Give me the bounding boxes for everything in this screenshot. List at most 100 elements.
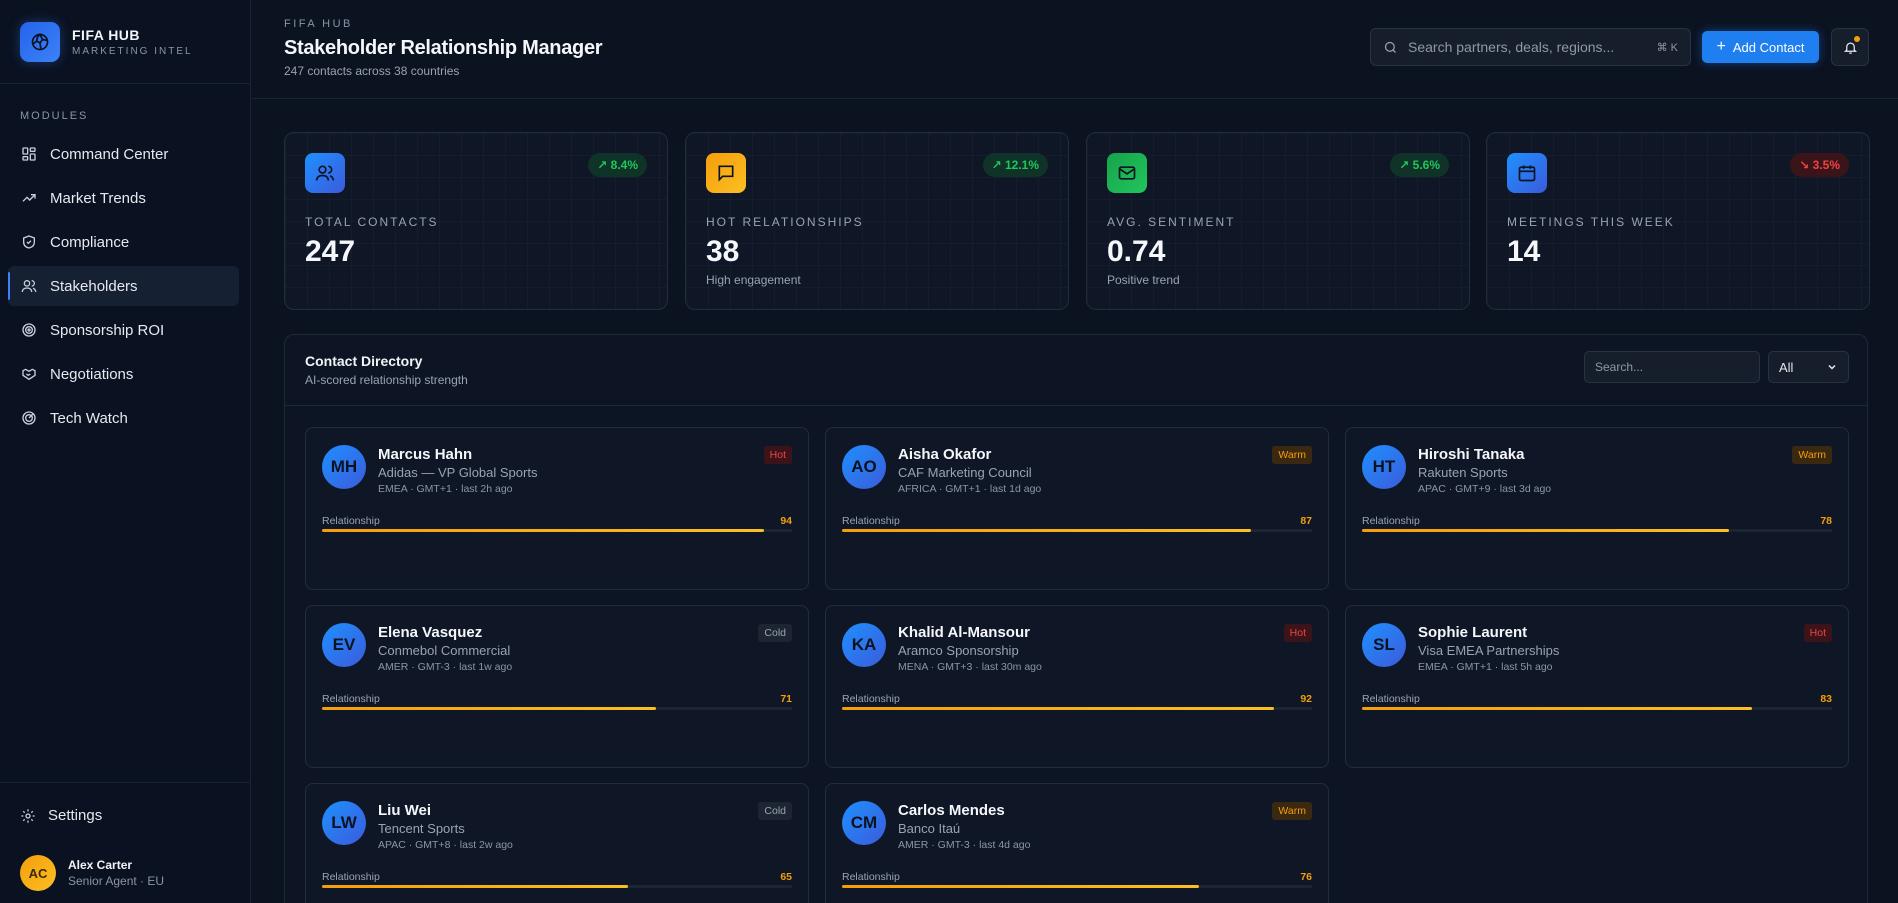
contact-card[interactable]: SL Sophie Laurent Visa EMEA Partnerships EM… [1345, 605, 1849, 768]
relationship-bar-fill [322, 529, 764, 532]
stat-note: High engagement [706, 273, 801, 287]
relationship-bar [1362, 707, 1832, 710]
contact-meta: AMER · GMT-3 · last 1w ago [378, 661, 513, 673]
relationship-score: 76 [1300, 871, 1312, 883]
stat-card-meetings: ↘ 3.5% MEETINGS THIS WEEK 14 [1486, 132, 1870, 310]
avatar: KA [842, 623, 886, 667]
status-filter-select[interactable]: All [1768, 351, 1849, 383]
relationship-score: 71 [780, 693, 792, 705]
settings-link[interactable]: Settings [20, 807, 102, 824]
relationship-bar [322, 707, 792, 710]
relationship-score: 92 [1300, 693, 1312, 705]
relationship-label: Relationship [842, 515, 900, 527]
contact-organization: Tencent Sports [378, 821, 465, 836]
directory-subtitle: AI-scored relationship strength [305, 373, 468, 387]
contact-card[interactable]: HT Hiroshi Tanaka Rakuten Sports APAC · GMT… [1345, 427, 1849, 590]
sidebar-nav: Command Center Market Trends Compliance … [8, 134, 239, 442]
contact-card[interactable]: KA Khalid Al-Mansour Aramco Sponsorship MEN… [825, 605, 1329, 768]
settings-label: Settings [48, 807, 103, 824]
directory-search-input[interactable] [1584, 351, 1760, 383]
sidebar-item-compliance[interactable]: Compliance [8, 222, 239, 262]
status-badge: Hot [1803, 624, 1832, 642]
sidebar-item-label: Stakeholders [50, 277, 138, 295]
relationship-bar [842, 707, 1312, 710]
contact-name: Aisha Okafor [898, 446, 992, 463]
contact-card[interactable]: AO Aisha Okafor CAF Marketing Council AFRIC… [825, 427, 1329, 590]
relationship-label: Relationship [1362, 693, 1420, 705]
status-badge: Warm [1792, 446, 1832, 464]
handshake-icon [21, 366, 37, 382]
status-badge: Cold [758, 802, 792, 820]
user-role: Senior Agent · EU [68, 874, 165, 888]
status-badge: Warm [1272, 802, 1312, 820]
stat-value: 38 [706, 235, 740, 268]
add-contact-button[interactable]: + Add Contact [1702, 31, 1819, 63]
chat-icon [706, 153, 746, 193]
global-search[interactable]: ⌘ K [1370, 28, 1691, 66]
contact-name: Carlos Mendes [898, 802, 1005, 819]
sidebar-item-sponsorship-roi[interactable]: Sponsorship ROI [8, 310, 239, 350]
sidebar-item-command-center[interactable]: Command Center [8, 134, 239, 174]
stat-note: Positive trend [1107, 273, 1180, 287]
stat-label: AVG. SENTIMENT [1107, 215, 1236, 229]
contact-name: Elena Vasquez [378, 624, 483, 641]
globe-logo-icon [20, 21, 60, 62]
stat-card-avg-sentiment: ↗ 5.6% AVG. SENTIMENT 0.74 Positive tren… [1086, 132, 1470, 310]
status-badge: Hot [1283, 624, 1312, 642]
brand-subtitle: MARKETING INTEL [72, 45, 193, 57]
sidebar-item-label: Tech Watch [50, 409, 128, 427]
sidebar-item-stakeholders[interactable]: Stakeholders [8, 266, 239, 306]
user-profile[interactable]: AC Alex Carter Senior Agent · EU [20, 855, 164, 891]
contact-name: Khalid Al-Mansour [898, 624, 1030, 641]
grid-icon [21, 146, 37, 162]
search-icon [1383, 40, 1398, 55]
sidebar: FIFA HUB MARKETING INTEL MODULES Command… [0, 0, 251, 903]
contact-meta: EMEA · GMT+1 · last 5h ago [1418, 661, 1553, 673]
contact-card[interactable]: LW Liu Wei Tencent Sports APAC · GMT+8 · la… [305, 783, 809, 903]
contact-card[interactable]: EV Elena Vasquez Conmebol Commercial AMER ·… [305, 605, 809, 768]
search-input[interactable] [1408, 39, 1657, 55]
relationship-score: 78 [1820, 515, 1832, 527]
contact-organization: Aramco Sponsorship [898, 643, 1019, 658]
relationship-bar [322, 529, 792, 532]
relationship-label: Relationship [842, 693, 900, 705]
contact-organization: Banco Itaú [898, 821, 961, 836]
stat-delta: ↗ 5.6% [1390, 153, 1449, 177]
arrow-up-icon: ↗ [991, 158, 1005, 172]
stat-card-total-contacts: ↗ 8.4% TOTAL CONTACTS 247 [284, 132, 668, 310]
sidebar-item-label: Compliance [50, 233, 130, 251]
arrow-up-icon: ↗ [1399, 158, 1413, 172]
contact-card[interactable]: MH Marcus Hahn Adidas — VP Global Sports EM… [305, 427, 809, 590]
plus-icon: + [1716, 38, 1726, 55]
directory-header: Contact Directory AI-scored relationship… [285, 335, 1867, 406]
relationship-bar-fill [322, 885, 628, 888]
relationship-score: 65 [780, 871, 792, 883]
sidebar-item-tech-watch[interactable]: Tech Watch [8, 398, 239, 438]
contact-organization: CAF Marketing Council [898, 465, 1032, 480]
stat-value: 247 [305, 235, 356, 268]
relationship-score: 94 [780, 515, 792, 527]
target-icon [21, 322, 37, 338]
status-badge: Warm [1272, 446, 1312, 464]
sidebar-item-negotiations[interactable]: Negotiations [8, 354, 239, 394]
contact-card[interactable]: CM Carlos Mendes Banco Itaú AMER · GMT-3 · … [825, 783, 1329, 903]
contact-meta: MENA · GMT+3 · last 30m ago [898, 661, 1042, 673]
relationship-label: Relationship [322, 871, 380, 883]
contact-name: Hiroshi Tanaka [1418, 446, 1525, 463]
trend-icon [21, 190, 37, 206]
relationship-bar-fill [842, 529, 1251, 532]
brand[interactable]: FIFA HUB MARKETING INTEL [0, 0, 250, 84]
notifications-button[interactable] [1831, 28, 1869, 66]
avatar: CM [842, 801, 886, 845]
relationship-bar [1362, 529, 1832, 532]
sidebar-item-label: Market Trends [50, 189, 146, 207]
sidebar-item-market-trends[interactable]: Market Trends [8, 178, 239, 218]
avatar: MH [322, 445, 366, 489]
status-badge: Cold [758, 624, 792, 642]
sidebar-item-label: Command Center [50, 145, 169, 163]
contact-meta: AMER · GMT-3 · last 4d ago [898, 839, 1031, 851]
relationship-label: Relationship [322, 515, 380, 527]
avatar: AO [842, 445, 886, 489]
stat-value: 14 [1507, 235, 1541, 268]
contact-name: Liu Wei [378, 802, 432, 819]
